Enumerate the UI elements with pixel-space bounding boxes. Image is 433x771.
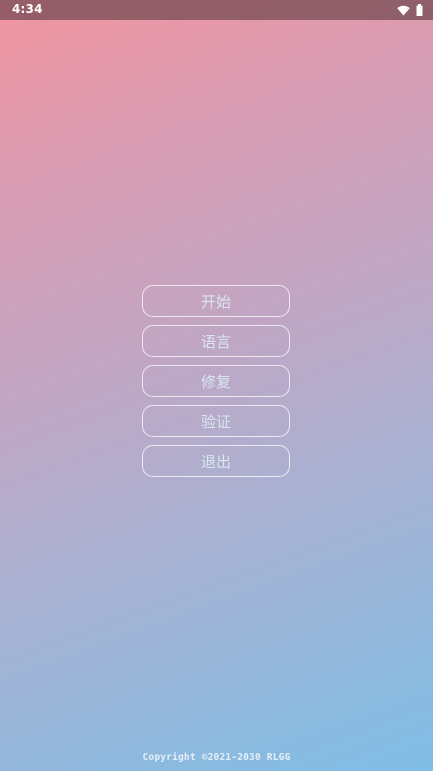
start-button[interactable]: 开始 xyxy=(142,285,290,317)
exit-button-label: 退出 xyxy=(200,452,231,471)
repair-button-label: 修复 xyxy=(200,372,231,391)
battery-icon xyxy=(416,4,423,16)
main-menu: 开始 语言 修复 验证 退出 xyxy=(142,285,290,485)
status-icons xyxy=(397,4,423,16)
exit-button[interactable]: 退出 xyxy=(142,445,290,477)
wifi-icon xyxy=(397,5,410,16)
verify-button[interactable]: 验证 xyxy=(142,405,290,437)
status-bar: 4:34 xyxy=(0,0,433,20)
verify-button-label: 验证 xyxy=(200,412,231,431)
repair-button[interactable]: 修复 xyxy=(142,365,290,397)
language-button[interactable]: 语言 xyxy=(142,325,290,357)
status-time: 4:34 xyxy=(12,2,43,16)
copyright-text: Copyright ©2021-2030 RLGG xyxy=(142,752,291,763)
language-button-label: 语言 xyxy=(200,332,231,351)
start-button-label: 开始 xyxy=(200,292,231,311)
